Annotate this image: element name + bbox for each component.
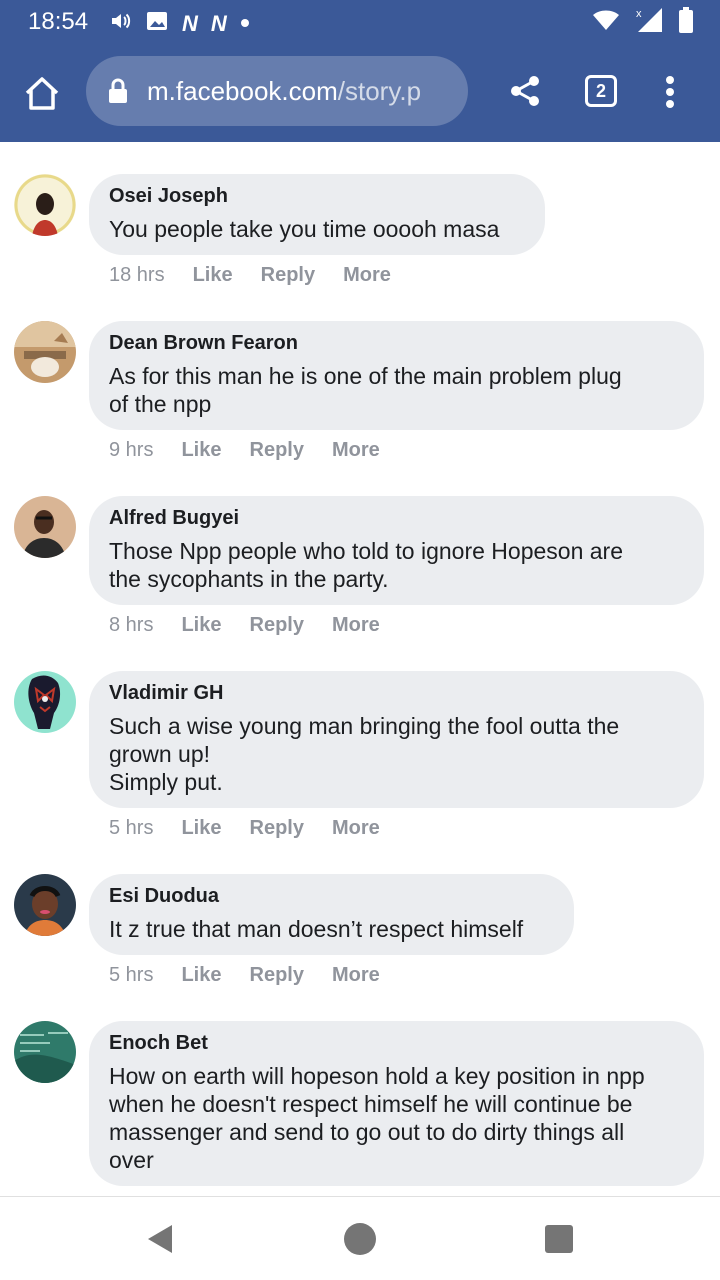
back-icon[interactable] [146, 1223, 174, 1255]
reply-button[interactable]: Reply [250, 964, 304, 987]
volume-icon [110, 10, 132, 37]
avatar[interactable] [14, 321, 76, 383]
url-bar[interactable]: m.facebook.com/story.p [86, 56, 468, 126]
battery-icon [678, 6, 694, 39]
status-time: 18:54 [28, 8, 89, 35]
more-button[interactable]: More [332, 614, 380, 637]
comment-list: Osei Joseph You people take you time ooo… [0, 142, 720, 1196]
comment-actions: 5 hrs Like Reply More [109, 964, 408, 987]
more-button[interactable]: More [343, 264, 391, 287]
url-path: /story.p [337, 76, 422, 106]
comment-time[interactable]: 9 hrs [109, 439, 153, 462]
reply-button[interactable]: Reply [261, 264, 315, 287]
share-icon[interactable] [508, 74, 542, 108]
comment-actions: 5 hrs Like Reply More [109, 817, 408, 840]
image-icon [146, 10, 168, 37]
reply-button[interactable]: Reply [250, 614, 304, 637]
comment-bubble: Enoch Bet How on earth will hopeson hold… [89, 1021, 704, 1186]
tab-switcher-button[interactable]: 2 [585, 75, 617, 107]
avatar[interactable] [14, 496, 76, 558]
more-button[interactable]: More [332, 817, 380, 840]
svg-text:x: x [636, 8, 642, 20]
reply-button[interactable]: Reply [250, 439, 304, 462]
comment-text: It z true that man doesn’t respect himse… [109, 916, 524, 942]
reply-button[interactable]: Reply [250, 817, 304, 840]
comment-text: How on earth will hopeson hold a key pos… [109, 1063, 645, 1173]
status-bar: 18:54 N N x [0, 0, 720, 44]
like-button[interactable]: Like [193, 264, 233, 287]
avatar[interactable] [14, 874, 76, 936]
comment-time[interactable]: 5 hrs [109, 817, 153, 840]
wifi-icon [592, 8, 620, 37]
url-text: m.facebook.com/story.p [147, 76, 421, 107]
comment-author[interactable]: Dean Brown Fearon [109, 332, 684, 354]
comment-bubble: Vladimir GH Such a wise young man bringi… [89, 671, 704, 808]
signal-icon: x [634, 6, 664, 39]
comment-author[interactable]: Vladimir GH [109, 682, 684, 704]
recents-icon[interactable] [545, 1225, 573, 1253]
like-button[interactable]: Like [181, 964, 221, 987]
comment-author[interactable]: Osei Joseph [109, 185, 525, 207]
comment-text: Such a wise young man bringing the fool … [109, 713, 620, 795]
comment-bubble: Osei Joseph You people take you time ooo… [89, 174, 545, 255]
comment-text: Those Npp people who told to ignore Hope… [109, 538, 624, 592]
comment-author[interactable]: Esi Duodua [109, 885, 554, 907]
comment-actions: 8 hrs Like Reply More [109, 614, 408, 637]
comment-bubble: Alfred Bugyei Those Npp people who told … [89, 496, 704, 605]
avatar[interactable] [14, 174, 76, 236]
like-button[interactable]: Like [181, 817, 221, 840]
like-button[interactable]: Like [181, 439, 221, 462]
comment-bubble: Dean Brown Fearon As for this man he is … [89, 321, 704, 430]
comment-actions: 18 hrs Like Reply More [109, 264, 419, 287]
more-button[interactable]: More [332, 439, 380, 462]
comment-author[interactable]: Alfred Bugyei [109, 507, 684, 529]
dot-icon [240, 15, 250, 33]
lock-icon [108, 78, 128, 104]
overflow-menu-icon[interactable] [662, 74, 678, 110]
system-nav-bar [0, 1196, 720, 1280]
comment-time[interactable]: 18 hrs [109, 264, 165, 287]
comment-actions: 9 hrs Like Reply More [109, 439, 408, 462]
comment-time[interactable]: 5 hrs [109, 964, 153, 987]
home-icon[interactable] [344, 1223, 376, 1255]
avatar[interactable] [14, 1021, 76, 1083]
url-domain: m.facebook.com [147, 76, 338, 106]
n-notification-icon: N [210, 10, 227, 36]
avatar[interactable] [14, 671, 76, 733]
comment-bubble: Esi Duodua It z true that man doesn’t re… [89, 874, 574, 955]
n-notification-icon: N [182, 10, 198, 36]
comment-time[interactable]: 8 hrs [109, 614, 153, 637]
home-icon[interactable] [22, 74, 62, 114]
comment-text: As for this man he is one of the main pr… [109, 363, 622, 417]
more-button[interactable]: More [332, 964, 380, 987]
comment-author[interactable]: Enoch Bet [109, 1032, 684, 1054]
browser-toolbar: m.facebook.com/story.p 2 [0, 44, 720, 142]
comment-text: You people take you time ooooh masa [109, 216, 500, 242]
like-button[interactable]: Like [181, 614, 221, 637]
